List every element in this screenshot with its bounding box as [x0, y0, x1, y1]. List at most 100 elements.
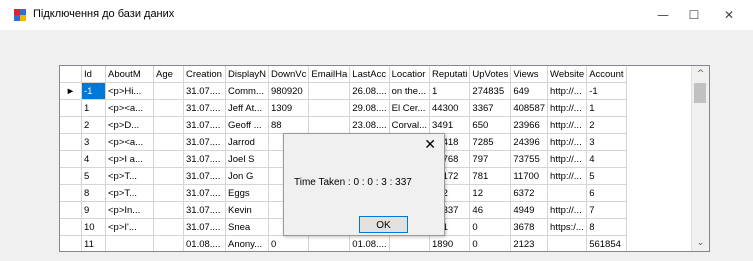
table-cell[interactable]: 1 — [429, 82, 471, 100]
table-cell[interactable]: 3 — [81, 133, 106, 151]
table-cell[interactable]: http://... — [547, 99, 588, 117]
table-cell[interactable]: 7 — [586, 201, 627, 219]
table-cell[interactable] — [153, 235, 184, 251]
table-cell[interactable]: <p>I a... — [105, 150, 154, 168]
table-cell[interactable]: 2 — [586, 116, 627, 134]
table-cell[interactable]: <p>I'... — [105, 218, 154, 236]
table-cell[interactable]: 73755 — [510, 150, 549, 168]
table-cell[interactable]: <p>D... — [105, 116, 154, 134]
table-cell[interactable]: 26.08.... — [349, 82, 390, 100]
table-cell[interactable]: 3491 — [429, 116, 471, 134]
table-cell[interactable]: 2 — [81, 116, 106, 134]
table-cell[interactable]: 31.07.... — [183, 167, 226, 185]
maximize-button[interactable]: ☐ — [680, 4, 708, 26]
table-cell[interactable]: 9 — [81, 201, 106, 219]
table-cell[interactable]: 980920 — [268, 82, 310, 100]
table-cell[interactable]: 8 — [586, 218, 627, 236]
table-cell[interactable]: <p>In... — [105, 201, 154, 219]
table-cell[interactable]: 46 — [469, 201, 512, 219]
table-cell[interactable]: 31.07.... — [183, 218, 226, 236]
column-header[interactable]: UpVotes — [469, 66, 512, 83]
table-cell[interactable]: Joel S — [225, 150, 270, 168]
table-cell[interactable]: 7285 — [469, 133, 512, 151]
table-cell[interactable] — [153, 218, 184, 236]
table-cell[interactable]: on the... — [389, 82, 431, 100]
table-cell[interactable]: http://... — [547, 201, 588, 219]
row-selector[interactable]: ► — [60, 82, 82, 100]
table-cell[interactable]: 31.07.... — [183, 116, 226, 134]
table-cell[interactable]: 8 — [81, 184, 106, 202]
column-header[interactable]: Creation — [183, 66, 226, 83]
table-cell[interactable]: http://... — [547, 116, 588, 134]
table-row[interactable]: 2 <p>D... 31.07.... Geoff ... 88 23.08.... Cor… — [60, 116, 627, 134]
row-selector[interactable] — [60, 150, 82, 168]
table-cell[interactable]: 1 — [81, 99, 106, 117]
table-cell[interactable]: 31.07.... — [183, 82, 226, 100]
minimize-button[interactable]: — — [649, 4, 677, 26]
table-cell[interactable]: 3367 — [469, 99, 512, 117]
column-header[interactable]: Age — [153, 66, 184, 83]
column-header[interactable]: EmailHa — [308, 66, 351, 83]
table-cell[interactable]: Corval... — [389, 116, 431, 134]
table-cell[interactable]: 0 — [469, 235, 512, 251]
row-selector[interactable] — [60, 218, 82, 236]
table-cell[interactable] — [153, 167, 184, 185]
table-cell[interactable]: 6372 — [510, 184, 549, 202]
table-cell[interactable]: 4 — [586, 150, 627, 168]
table-cell[interactable]: http://... — [547, 82, 588, 100]
table-cell[interactable]: 2123 — [510, 235, 549, 251]
table-cell[interactable] — [389, 235, 431, 251]
table-row[interactable]: 1 <p><a... 31.07.... Jeff At... 1309 29.08...… — [60, 99, 627, 117]
table-cell[interactable]: 31.07.... — [183, 150, 226, 168]
scroll-thumb[interactable] — [694, 83, 706, 103]
table-cell[interactable]: 797 — [469, 150, 512, 168]
table-cell[interactable]: 649 — [510, 82, 549, 100]
dialog-close-icon[interactable]: ✕ — [424, 137, 436, 153]
table-cell[interactable]: 01.08.... — [349, 235, 390, 251]
table-cell[interactable]: http://... — [547, 133, 588, 151]
table-cell[interactable]: Jon G — [225, 167, 270, 185]
table-cell[interactable]: 5 — [81, 167, 106, 185]
table-cell[interactable]: 10 — [81, 218, 106, 236]
table-cell[interactable]: 4949 — [510, 201, 549, 219]
table-cell[interactable]: 561854 — [586, 235, 627, 251]
table-cell[interactable] — [153, 99, 184, 117]
scroll-down-icon[interactable]: ⌄ — [692, 235, 709, 251]
table-cell[interactable] — [308, 235, 351, 251]
table-cell[interactable] — [308, 82, 351, 100]
table-row[interactable]: ► -1 <p>Hi... 31.07.... Comm... 980920 26.08..… — [60, 82, 627, 100]
row-selector[interactable] — [60, 116, 82, 134]
row-selector[interactable] — [60, 235, 82, 251]
table-cell[interactable]: 29.08.... — [349, 99, 390, 117]
table-cell[interactable]: http://... — [547, 167, 588, 185]
column-header[interactable]: Reputati — [429, 66, 471, 83]
row-selector[interactable] — [60, 167, 82, 185]
table-cell[interactable]: Eggs — [225, 184, 270, 202]
column-header[interactable]: Website — [547, 66, 588, 83]
column-header[interactable]: LastAcc — [349, 66, 390, 83]
table-cell[interactable]: <p>T... — [105, 167, 154, 185]
column-header[interactable]: Account — [586, 66, 627, 83]
table-cell[interactable] — [105, 235, 154, 251]
table-cell[interactable] — [308, 116, 351, 134]
table-cell[interactable]: <p><a... — [105, 133, 154, 151]
table-cell[interactable] — [153, 116, 184, 134]
table-cell[interactable]: 11 — [81, 235, 106, 251]
column-header[interactable]: DownVc — [268, 66, 310, 83]
table-cell[interactable]: 11700 — [510, 167, 549, 185]
table-cell[interactable]: 408587 — [510, 99, 549, 117]
table-cell[interactable] — [153, 82, 184, 100]
table-cell[interactable]: 24396 — [510, 133, 549, 151]
scroll-up-icon[interactable]: ^ — [692, 66, 709, 82]
table-cell[interactable]: 23.08.... — [349, 116, 390, 134]
table-cell[interactable]: -1 — [81, 82, 106, 100]
table-cell[interactable]: 23966 — [510, 116, 549, 134]
column-header[interactable]: Views — [510, 66, 549, 83]
column-header[interactable]: DisplayN — [225, 66, 270, 83]
table-cell[interactable]: 274835 — [469, 82, 512, 100]
table-cell[interactable]: 6 — [586, 184, 627, 202]
table-cell[interactable]: 3 — [586, 133, 627, 151]
table-cell[interactable] — [308, 99, 351, 117]
table-cell[interactable]: 1890 — [429, 235, 471, 251]
table-cell[interactable]: Jarrod — [225, 133, 270, 151]
